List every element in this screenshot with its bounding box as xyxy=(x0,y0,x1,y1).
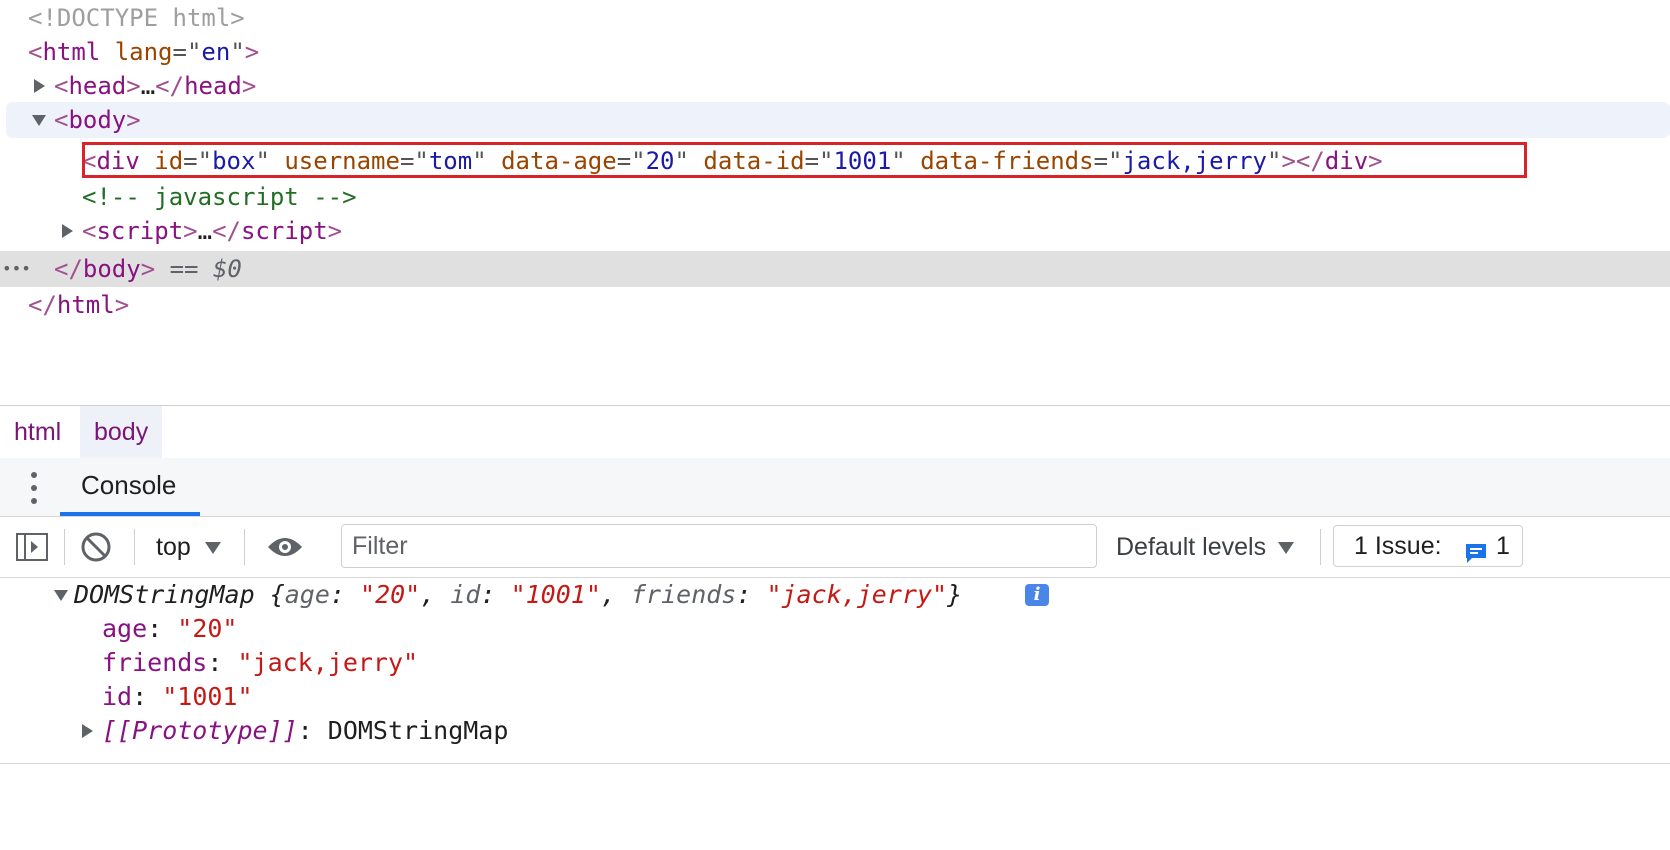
tree-node-body-open[interactable]: <body> xyxy=(6,102,1670,138)
tab-console[interactable]: Console xyxy=(60,458,200,516)
issues-label: 1 Issue: xyxy=(1354,532,1442,560)
collapsed-ellipsis[interactable]: … xyxy=(198,217,212,245)
tree-node-body-close[interactable]: ••• </body> == $0 xyxy=(0,251,1670,287)
selected-marker: == xyxy=(169,255,199,283)
context-selector-value: top xyxy=(156,533,191,561)
sidebar-toggle-icon[interactable] xyxy=(16,533,48,561)
tree-node-html[interactable]: <html lang="en"> xyxy=(0,34,1670,70)
log-levels-selector[interactable]: Default levels xyxy=(1108,527,1302,567)
attr-value-data-friends[interactable]: jack,jerry xyxy=(1122,147,1267,175)
tab-console-label: Console xyxy=(81,470,177,500)
expand-arrow-icon[interactable] xyxy=(62,213,76,249)
head-tag-name: head xyxy=(68,72,127,100)
object-type: DOMStringMap xyxy=(74,580,255,609)
attr-value-id[interactable]: box xyxy=(212,147,255,175)
doctype-text: <!DOCTYPE html> xyxy=(28,4,245,32)
console-property-row[interactable]: friends: "jack,jerry" xyxy=(0,646,1670,680)
console-object-header[interactable]: DOMStringMap {age: "20", id: "1001", fri… xyxy=(0,578,1670,612)
console-property-row[interactable]: age: "20" xyxy=(0,612,1670,646)
breadcrumb: html body xyxy=(0,405,1670,459)
log-levels-value: Default levels xyxy=(1116,533,1267,561)
script-tag-name: script xyxy=(96,217,184,245)
html-close-tag-name: html xyxy=(56,291,115,319)
comment-text: <!-- javascript --> xyxy=(82,183,357,211)
tree-node-script[interactable]: <script>…</script> xyxy=(0,213,1670,249)
breadcrumb-item-body[interactable]: body xyxy=(80,406,163,458)
breadcrumb-item-html[interactable]: html xyxy=(0,406,75,458)
console-toolbar: top Default levels 1 Issue: 1 xyxy=(0,517,1670,578)
issues-count: 1 xyxy=(1496,532,1510,560)
console-prototype-row[interactable]: [[Prototype]]: DOMStringMap xyxy=(0,714,1670,748)
div-tag-name: div xyxy=(96,147,140,175)
tree-node-doctype[interactable]: <!DOCTYPE html> xyxy=(0,0,1670,36)
body-close-tag-name: body xyxy=(82,255,141,283)
attr-name: lang xyxy=(114,38,173,66)
issue-message-icon xyxy=(1464,536,1488,563)
tree-node-html-close[interactable]: </html> xyxy=(0,287,1670,323)
eye-icon[interactable] xyxy=(266,533,304,561)
attr-value-username[interactable]: tom xyxy=(429,147,472,175)
info-icon[interactable]: i xyxy=(1025,584,1049,606)
chevron-down-icon xyxy=(1278,542,1295,555)
tree-node-comment[interactable]: <!-- javascript --> xyxy=(0,179,1670,215)
collapse-arrow-icon[interactable] xyxy=(54,578,68,614)
collapse-arrow-icon[interactable] xyxy=(32,102,46,138)
expand-arrow-icon[interactable] xyxy=(82,714,96,750)
clear-console-icon[interactable] xyxy=(80,531,112,563)
filter-input[interactable] xyxy=(341,524,1097,568)
expand-arrow-icon[interactable] xyxy=(34,68,48,104)
selected-ref: $0 xyxy=(212,255,242,283)
tree-node-div[interactable]: <div id="box" username="tom" data-age="2… xyxy=(0,143,1670,179)
elements-tree: <!DOCTYPE html> <html lang="en"> <head>…… xyxy=(0,0,1670,405)
html-tag-name: html xyxy=(42,38,101,66)
divider xyxy=(0,763,1670,764)
active-tab-indicator xyxy=(60,512,200,516)
chevron-down-icon xyxy=(204,542,221,555)
collapsed-ellipsis[interactable]: … xyxy=(141,72,155,100)
tree-node-head[interactable]: <head>…</head> xyxy=(0,68,1670,104)
attr-value-data-age[interactable]: 20 xyxy=(646,147,675,175)
body-tag-name: body xyxy=(68,106,127,134)
context-selector[interactable]: top xyxy=(148,527,229,567)
attr-value[interactable]: en xyxy=(201,38,230,66)
issues-button[interactable]: 1 Issue: 1 xyxy=(1333,525,1523,567)
drawer-tab-bar: Console xyxy=(0,458,1670,517)
console-property-row[interactable]: id: "1001" xyxy=(0,680,1670,714)
more-tools-kebab-icon[interactable] xyxy=(24,472,44,504)
console-output: DOMStringMap {age: "20", id: "1001", fri… xyxy=(0,578,1670,768)
attr-value-data-id[interactable]: 1001 xyxy=(833,147,891,175)
row-ellipsis-icon[interactable]: ••• xyxy=(2,251,31,287)
